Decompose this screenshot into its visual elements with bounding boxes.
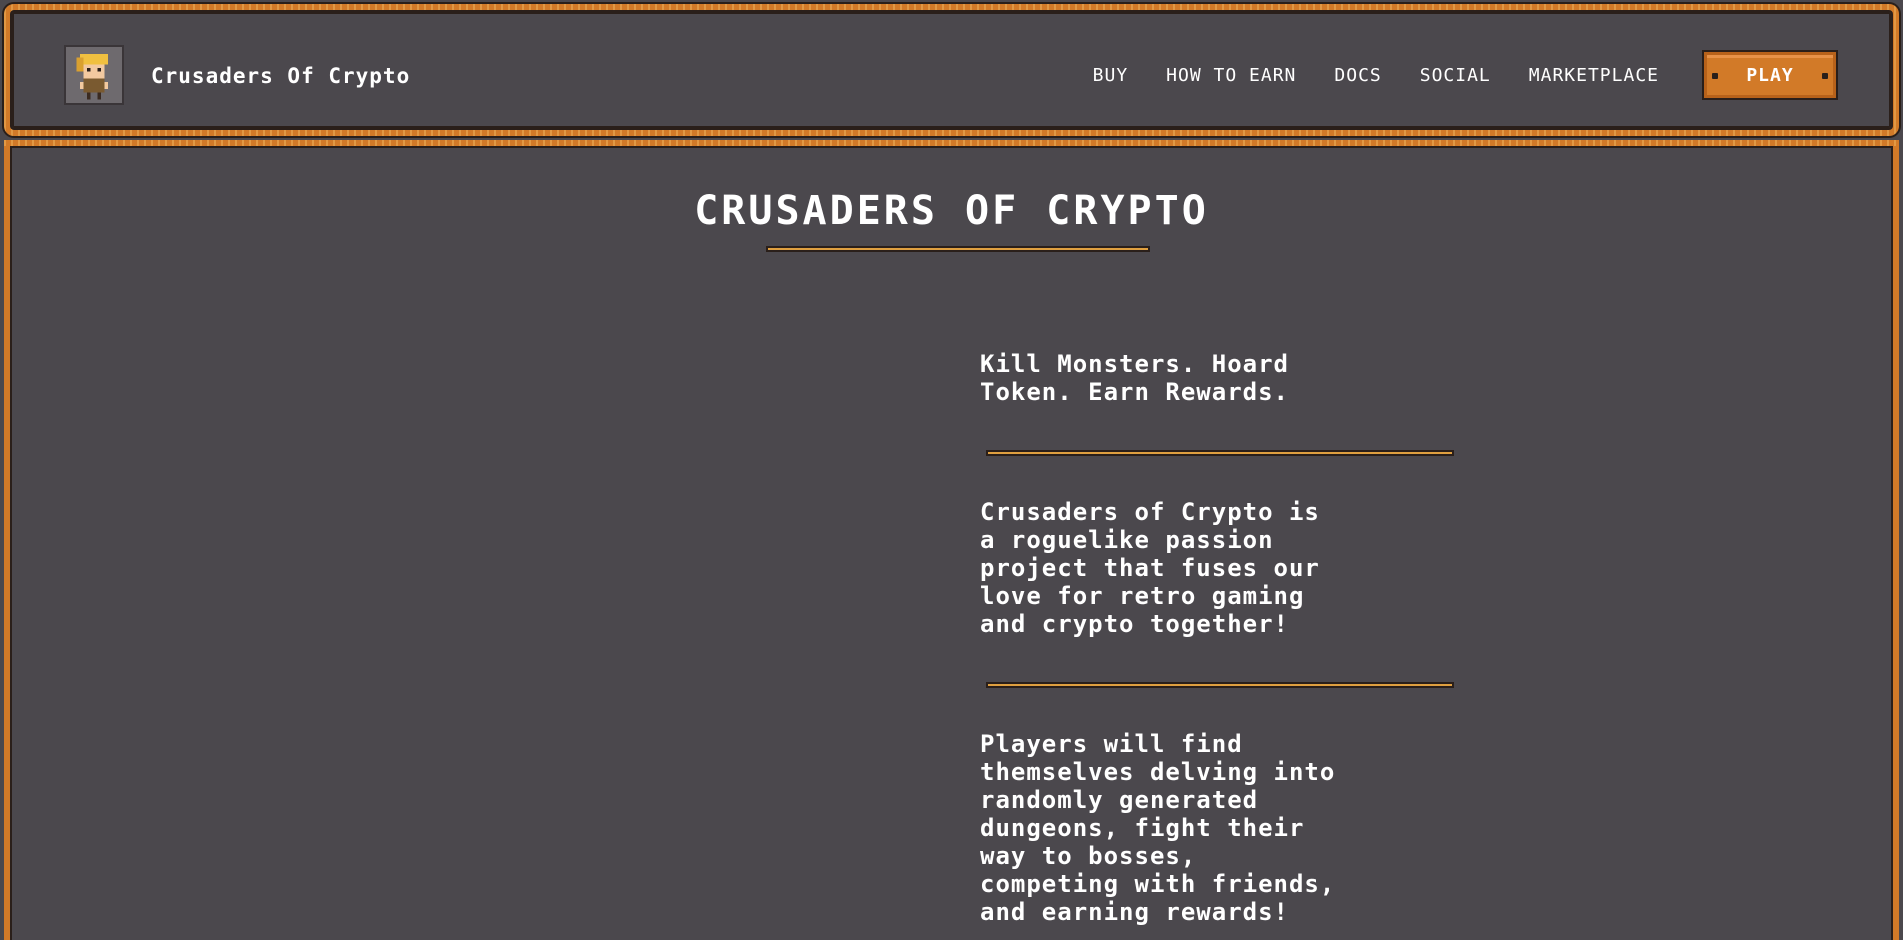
knight-avatar-icon: [66, 47, 122, 103]
gameplay-text: Players will find themselves delving int…: [980, 730, 1336, 926]
intro-column: Kill Monsters. Hoard Token. Earn Rewards…: [980, 350, 1454, 926]
page-frame: Crusaders Of Crypto BUY HOW TO EARN DOCS…: [4, 4, 1899, 940]
section-divider: [986, 682, 1454, 688]
description: Crusaders of Crypto is a roguelike passi…: [980, 498, 1320, 638]
nav-social[interactable]: SOCIAL: [1420, 65, 1491, 86]
page-title: CRUSADERS OF CRYPTO: [694, 188, 1209, 234]
bolt-icon: [1822, 73, 1828, 79]
site-header: Crusaders Of Crypto BUY HOW TO EARN DOCS…: [4, 4, 1899, 136]
title-divider: [766, 246, 1150, 252]
logo[interactable]: [64, 45, 124, 105]
nav-how-to-earn[interactable]: HOW TO EARN: [1166, 65, 1296, 86]
play-button-label: PLAY: [1746, 64, 1794, 86]
brand-name[interactable]: Crusaders Of Crypto: [151, 64, 410, 88]
nav-docs[interactable]: DOCS: [1334, 65, 1381, 86]
tagline: Kill Monsters. Hoard Token. Earn Rewards…: [980, 350, 1289, 406]
nav-buy[interactable]: BUY: [1093, 65, 1129, 86]
nav-marketplace[interactable]: MARKETPLACE: [1529, 65, 1659, 86]
bolt-icon: [1712, 73, 1718, 79]
main-content: CRUSADERS OF CRYPTO Kill Monsters. Hoard…: [4, 140, 1899, 940]
section-divider: [986, 450, 1454, 456]
play-button[interactable]: PLAY: [1702, 50, 1838, 100]
main-nav: BUY HOW TO EARN DOCS SOCIAL MARKETPLACE …: [1055, 50, 1838, 100]
